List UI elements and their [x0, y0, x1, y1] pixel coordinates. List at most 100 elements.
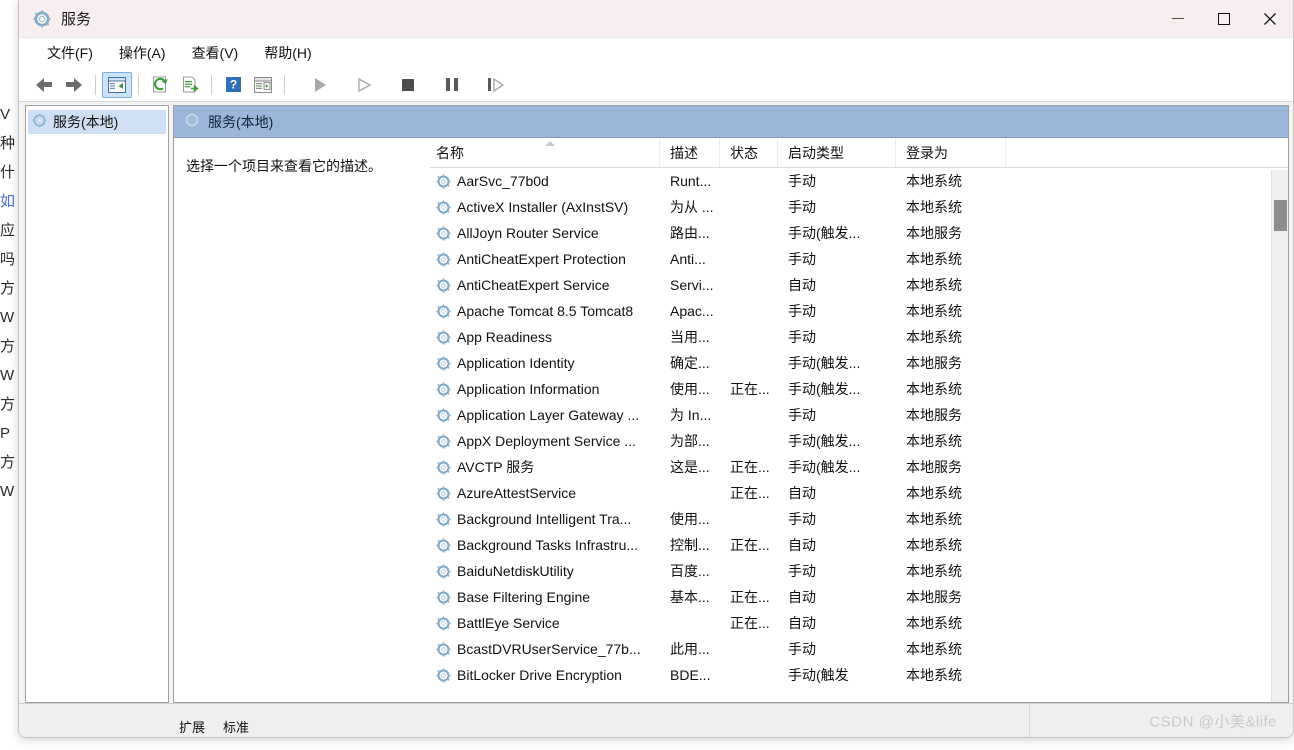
- services-gear-icon: [32, 113, 47, 131]
- cell-log-on-as: 本地系统: [906, 563, 962, 579]
- maximize-button[interactable]: [1201, 0, 1247, 38]
- cell-startup-type: 手动: [788, 251, 816, 267]
- cell-log-on-as: 本地系统: [906, 485, 962, 501]
- toolbar-separator-2: [138, 74, 139, 95]
- list-rows-container: AarSvc_77b0d Runt... 手动 本地系统 ActiveX Install…: [430, 168, 1288, 702]
- service-name-label: AarSvc_77b0d: [457, 173, 549, 189]
- scrollbar-thumb[interactable]: [1274, 200, 1287, 231]
- stop-service-button[interactable]: [393, 72, 423, 98]
- service-name-label: AppX Deployment Service ...: [457, 433, 636, 449]
- services-gear-icon: [436, 303, 451, 319]
- cell-description: 百度...: [670, 563, 710, 579]
- table-row[interactable]: AntiCheatExpert Service Servi... 自动 本地系统: [430, 272, 1288, 298]
- services-gear-icon: [436, 459, 451, 475]
- pane-body: 选择一个项目来查看它的描述。 名称 描述 状态 启动类型 登录为 AarSvc_…: [174, 138, 1288, 702]
- services-gear-icon: [436, 251, 451, 267]
- arrow-left-icon: [36, 77, 52, 92]
- service-name-label: BitLocker Drive Encryption: [457, 667, 622, 683]
- cell-service-name: App Readiness: [430, 329, 660, 345]
- table-row[interactable]: BcastDVRUserService_77b... 此用... 手动 本地系统: [430, 636, 1288, 662]
- refresh-button[interactable]: [145, 72, 175, 98]
- cell-log-on-as: 本地系统: [906, 511, 962, 527]
- console-tree-pane: 服务(本地): [25, 105, 169, 703]
- show-action-pane-button[interactable]: [248, 72, 278, 98]
- tree-node-services-local[interactable]: 服务(本地): [28, 110, 166, 134]
- cell-description: 当用...: [670, 329, 710, 345]
- col-status[interactable]: 状态: [720, 138, 778, 167]
- restart-service-button[interactable]: [481, 72, 511, 98]
- services-list-view[interactable]: 名称 描述 状态 启动类型 登录为 AarSvc_77b0d Runt... 手动本…: [430, 138, 1288, 702]
- cell-service-name: Application Identity: [430, 355, 660, 371]
- table-row[interactable]: BaiduNetdiskUtility 百度... 手动 本地系统: [430, 558, 1288, 584]
- cell-service-name: AntiCheatExpert Service: [430, 277, 660, 293]
- table-row[interactable]: BattlEye Service 正在... 自动 本地系统: [430, 610, 1288, 636]
- cell-service-name: Application Information: [430, 381, 660, 397]
- help-button[interactable]: ?: [218, 72, 248, 98]
- cell-startup-type: 手动: [788, 563, 816, 579]
- table-row[interactable]: Application Information 使用... 正在... 手动(触发..…: [430, 376, 1288, 402]
- export-list-button[interactable]: [175, 72, 205, 98]
- table-row[interactable]: AllJoyn Router Service 路由... 手动(触发... 本地服务: [430, 220, 1288, 246]
- cell-service-name: Apache Tomcat 8.5 Tomcat8: [430, 303, 660, 319]
- service-name-label: BcastDVRUserService_77b...: [457, 641, 641, 657]
- forward-button[interactable]: [59, 72, 89, 98]
- table-row[interactable]: BitLocker Drive Encryption BDE... 手动(触发 本地系…: [430, 662, 1288, 688]
- table-row[interactable]: Application Layer Gateway ... 为 In... 手动 本地…: [430, 402, 1288, 428]
- service-description-panel: 选择一个项目来查看它的描述。: [174, 138, 430, 702]
- refresh-icon: [152, 76, 168, 93]
- cell-startup-type: 自动: [788, 485, 816, 501]
- table-row[interactable]: AppX Deployment Service ... 为部... 手动(触发...…: [430, 428, 1288, 454]
- close-button[interactable]: [1247, 0, 1293, 38]
- cell-log-on-as: 本地系统: [906, 433, 962, 449]
- cell-service-name: AzureAttestService: [430, 485, 660, 501]
- cell-log-on-as: 本地系统: [906, 251, 962, 267]
- toolbar: ?: [19, 68, 1293, 102]
- title-bar: 服务: [19, 0, 1293, 38]
- table-row[interactable]: Background Tasks Infrastru... 控制... 正在... 自…: [430, 532, 1288, 558]
- table-row[interactable]: Base Filtering Engine 基本... 正在... 自动 本地服务: [430, 584, 1288, 610]
- back-button[interactable]: [29, 72, 59, 98]
- cell-status: 正在...: [730, 589, 770, 605]
- col-startup-type[interactable]: 启动类型: [778, 138, 896, 167]
- list-vertical-scrollbar[interactable]: [1271, 170, 1288, 702]
- resume-service-button[interactable]: [349, 72, 379, 98]
- table-row[interactable]: AzureAttestService 正在... 自动 本地系统: [430, 480, 1288, 506]
- table-row[interactable]: Application Identity 确定... 手动(触发... 本地服务: [430, 350, 1288, 376]
- menu-help[interactable]: 帮助(H): [252, 40, 323, 66]
- cell-service-name: Background Tasks Infrastru...: [430, 537, 660, 553]
- services-gear-icon: [436, 173, 451, 189]
- toolbar-separator-4: [284, 74, 285, 95]
- cell-description: 为部...: [670, 433, 710, 449]
- col-description[interactable]: 描述: [660, 138, 720, 167]
- col-name[interactable]: 名称: [430, 138, 660, 167]
- table-row[interactable]: AarSvc_77b0d Runt... 手动 本地系统: [430, 168, 1288, 194]
- cell-startup-type: 自动: [788, 537, 816, 553]
- tab-extended-label: 扩展: [179, 720, 206, 735]
- cell-log-on-as: 本地系统: [906, 173, 962, 189]
- cell-description: BDE...: [670, 667, 711, 683]
- table-row[interactable]: AVCTP 服务 这是... 正在... 手动(触发... 本地服务: [430, 454, 1288, 480]
- cell-service-name: AVCTP 服务: [430, 457, 660, 477]
- cell-startup-type: 自动: [788, 589, 816, 605]
- services-gear-icon: [436, 199, 451, 215]
- menu-view[interactable]: 查看(V): [180, 40, 251, 66]
- services-gear-icon: [436, 667, 451, 683]
- services-gear-icon: [436, 485, 451, 501]
- table-row[interactable]: Apache Tomcat 8.5 Tomcat8 Apac... 手动 本地系统: [430, 298, 1288, 324]
- menu-action[interactable]: 操作(A): [107, 40, 178, 66]
- table-row[interactable]: AntiCheatExpert Protection Anti... 手动 本地系统: [430, 246, 1288, 272]
- cell-description: 使用...: [670, 381, 710, 397]
- cell-service-name: AllJoyn Router Service: [430, 225, 660, 241]
- minimize-button[interactable]: [1155, 0, 1201, 38]
- menu-file[interactable]: 文件(F): [35, 40, 105, 66]
- col-log-on-as[interactable]: 登录为: [896, 138, 1006, 167]
- cell-log-on-as: 本地系统: [906, 615, 962, 631]
- table-row[interactable]: App Readiness 当用... 手动 本地系统: [430, 324, 1288, 350]
- start-service-button[interactable]: [305, 72, 335, 98]
- table-row[interactable]: Background Intelligent Tra... 使用... 手动 本地系统: [430, 506, 1288, 532]
- table-row[interactable]: ActiveX Installer (AxInstSV) 为从 ... 手动 本地系统: [430, 194, 1288, 220]
- cell-description: 控制...: [670, 537, 710, 553]
- services-gear-icon: [436, 381, 451, 397]
- pause-service-button[interactable]: [437, 72, 467, 98]
- show-hide-console-tree-button[interactable]: [102, 71, 132, 98]
